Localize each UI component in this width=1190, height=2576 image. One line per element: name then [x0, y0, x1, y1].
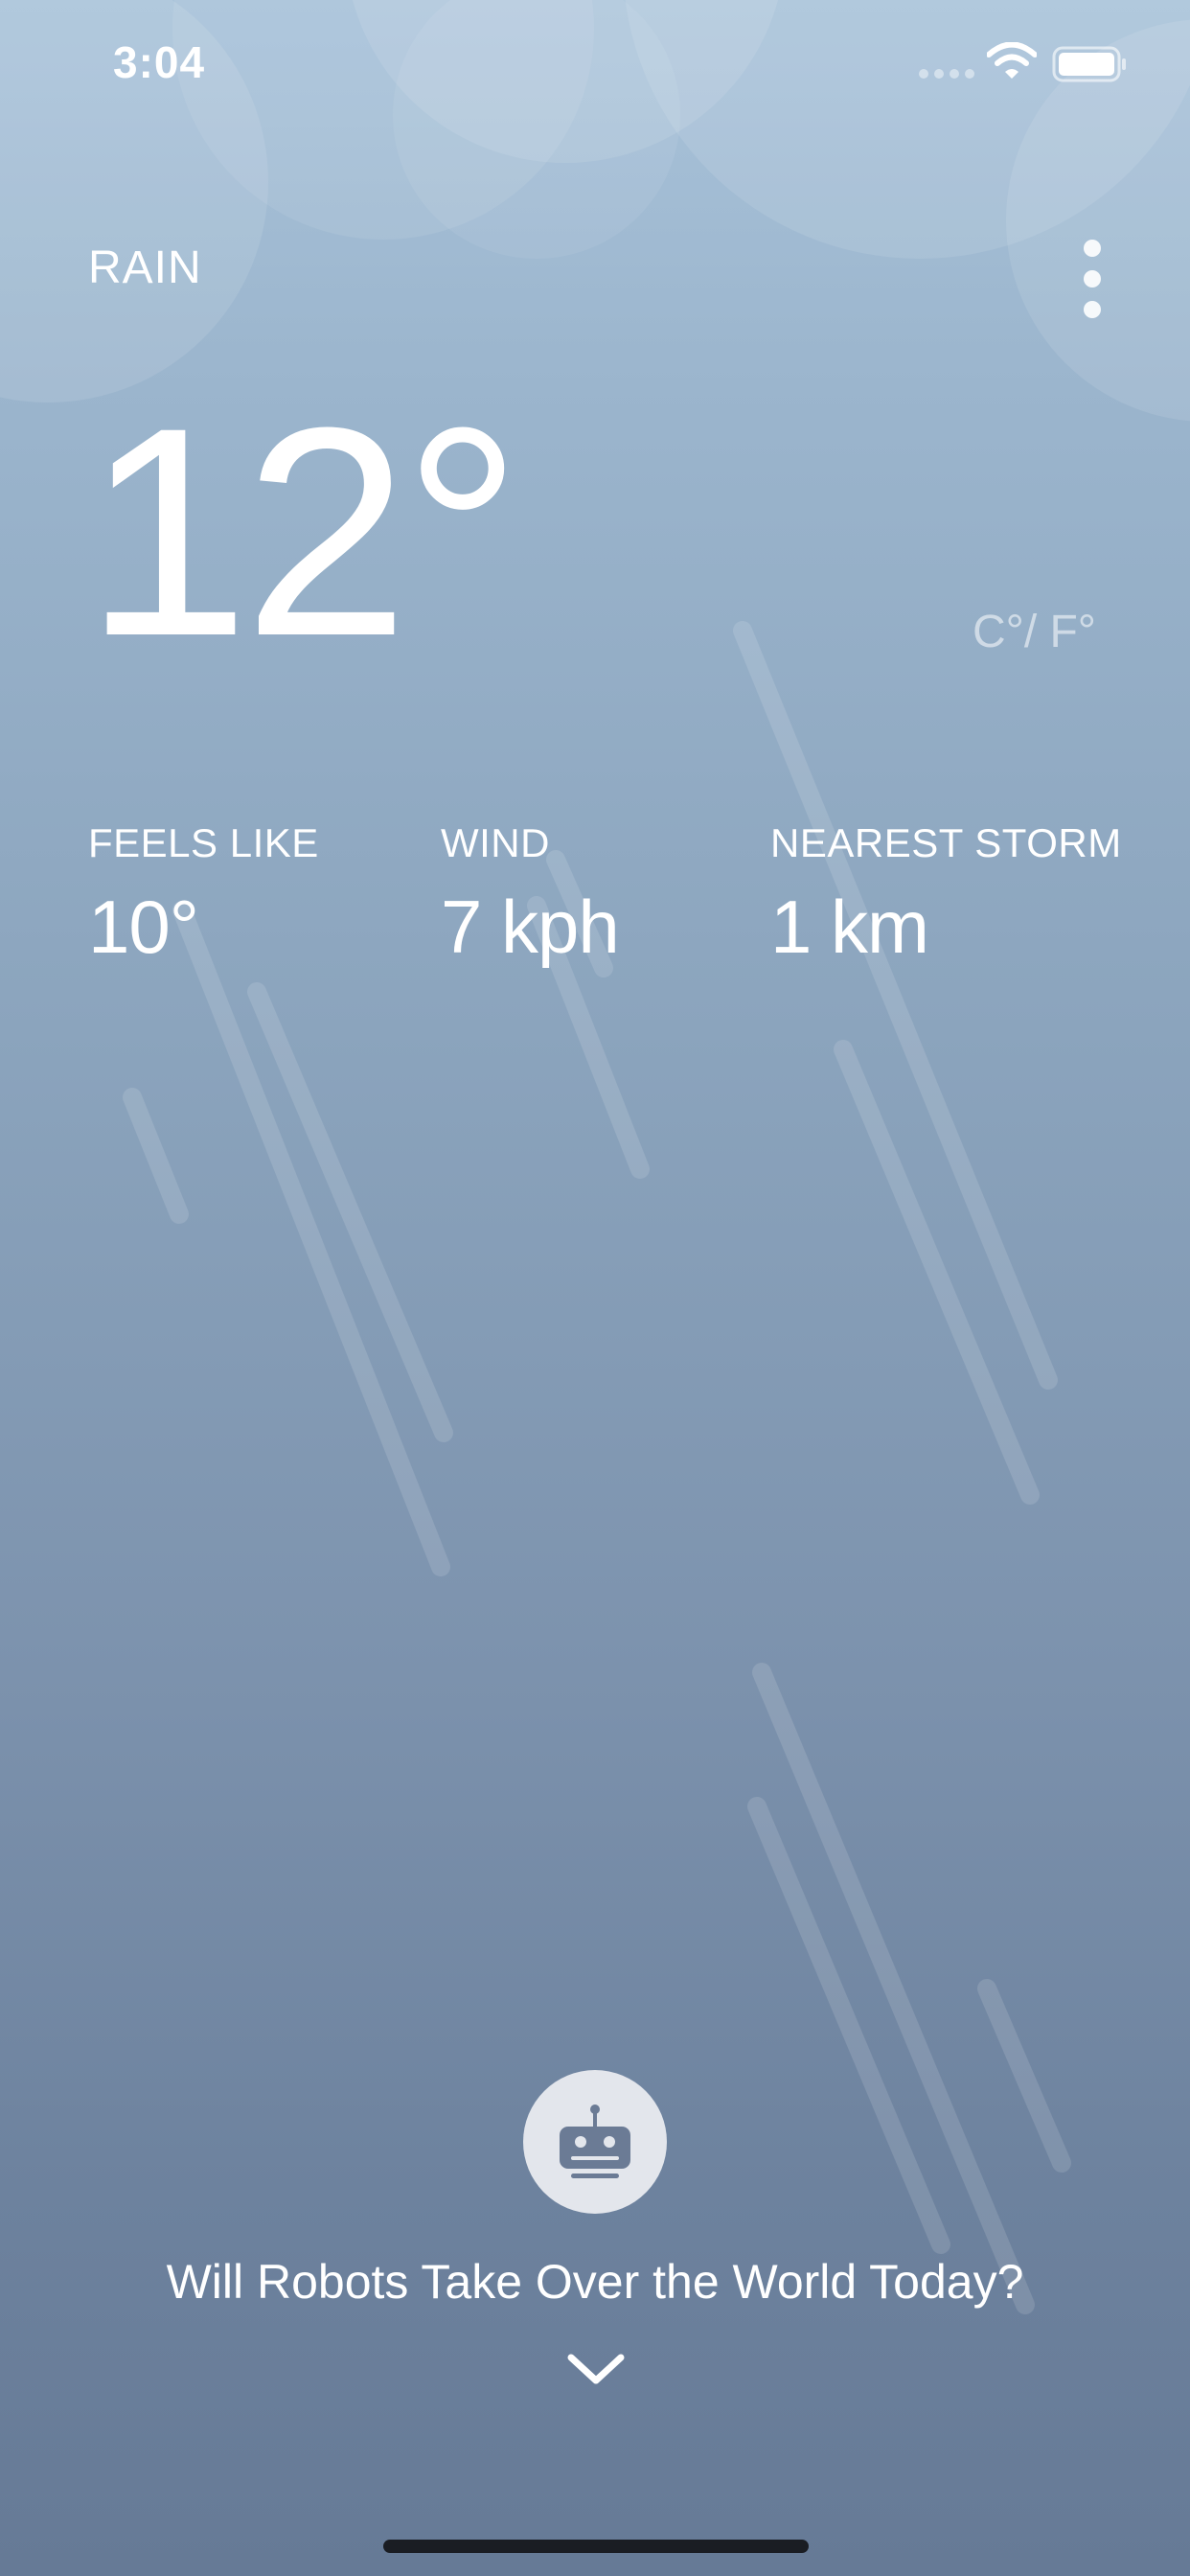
- wind-label: WIND: [441, 820, 550, 865]
- weather-condition: RAIN: [88, 242, 202, 293]
- wifi-icon: [987, 42, 1037, 79]
- unit-toggle[interactable]: C°/ F°: [973, 606, 1096, 658]
- nearest-storm-metric: NEAREST STORM 1 km: [770, 820, 1122, 971]
- robot-button[interactable]: [523, 2070, 667, 2214]
- nearest-storm-value: 1 km: [770, 885, 929, 969]
- robot-icon: [560, 2104, 630, 2178]
- home-indicator[interactable]: [383, 2540, 809, 2553]
- nearest-storm-label: NEAREST STORM: [770, 820, 1122, 865]
- battery-icon: [1052, 46, 1126, 82]
- feels-like-value: 10°: [88, 885, 199, 969]
- status-time: 3:04: [113, 37, 206, 87]
- cellular-signal-icon: [919, 69, 974, 79]
- current-temperature: 12°: [84, 365, 522, 698]
- weather-screen: 3:04 RAIN 12° C°/ F° FEELS LIKE 10° WIND…: [0, 0, 1190, 2576]
- feels-like-label: FEELS LIKE: [88, 820, 319, 865]
- wind-value: 7 kph: [441, 885, 620, 969]
- chevron-down-icon[interactable]: [565, 2350, 627, 2388]
- more-vertical-icon: [1084, 240, 1101, 257]
- robot-question-text: Will Robots Take Over the World Today?: [166, 2255, 1024, 2309]
- feels-like-metric: FEELS LIKE 10°: [88, 820, 319, 971]
- wind-metric: WIND 7 kph: [441, 820, 620, 971]
- more-options-button[interactable]: [1064, 236, 1121, 322]
